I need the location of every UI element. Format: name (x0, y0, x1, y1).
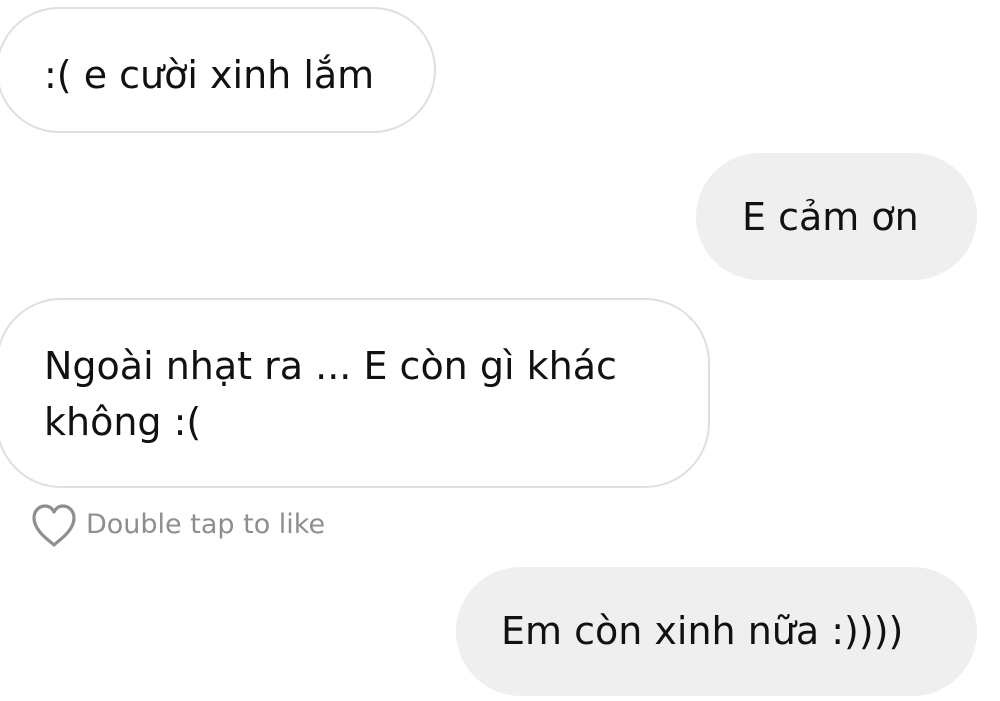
outgoing-message-bubble[interactable]: E cảm ơn (696, 153, 977, 280)
double-tap-like-hint[interactable]: Double tap to like (30, 502, 325, 550)
incoming-message-bubble[interactable]: Ngoài nhạt ra ... E còn gì khác không :( (0, 298, 710, 488)
incoming-message-bubble[interactable]: :( e cười xinh lắm (0, 7, 436, 133)
outgoing-message-bubble[interactable]: Em còn xinh nữa :)))) (456, 567, 977, 696)
double-tap-like-label: Double tap to like (86, 508, 326, 540)
chat-thread: :( e cười xinh lắm E cảm ơn Ngoài nhạt r… (0, 0, 1000, 701)
heart-outline-icon[interactable] (30, 503, 78, 549)
